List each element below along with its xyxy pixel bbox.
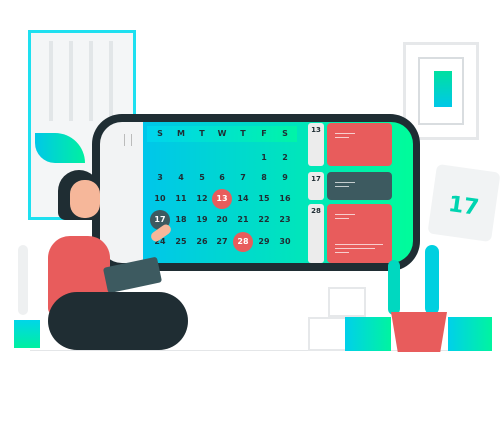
calendar-day[interactable]: 13 [212, 189, 232, 209]
person-face [70, 180, 100, 218]
calendar-day[interactable]: 3 [150, 168, 170, 188]
window-bar [69, 41, 73, 121]
calendar-day[interactable]: 16 [275, 189, 295, 209]
phone-side-panel [100, 122, 145, 263]
wall-calendar-date: 17 [446, 191, 481, 221]
weekday-label: T [240, 129, 246, 138]
event-date: 13 [311, 126, 321, 134]
window-bar [89, 41, 93, 121]
wall-calendar-card: 17 [427, 163, 500, 243]
window-bar [49, 41, 53, 121]
curtain [35, 133, 85, 163]
weekday-label: S [157, 129, 163, 138]
event-card[interactable] [327, 172, 392, 200]
storage-box [328, 287, 366, 317]
storage-box-teal [448, 317, 492, 351]
picture-art [434, 71, 452, 107]
weekday-label: F [261, 129, 267, 138]
person-legs [48, 292, 188, 350]
calendar-day[interactable]: 7 [233, 168, 253, 188]
calendar-day[interactable]: 8 [254, 168, 274, 188]
calendar-day[interactable]: 2 [275, 148, 295, 168]
calendar-day[interactable]: 11 [171, 189, 191, 209]
event-date: 28 [311, 207, 321, 215]
event-card[interactable] [327, 123, 392, 166]
event-date-tab: 17 [308, 172, 324, 200]
event-card[interactable] [327, 204, 392, 263]
calendar-day[interactable]: 26 [192, 232, 212, 252]
weekday-label: M [177, 129, 185, 138]
event-date-tab: 28 [308, 204, 324, 263]
event-date: 17 [311, 175, 321, 183]
weekday-label: W [217, 129, 227, 138]
calendar-day[interactable]: 21 [233, 210, 253, 230]
calendar-day[interactable]: 9 [275, 168, 295, 188]
calendar-day[interactable]: 15 [254, 189, 274, 209]
calendar-day[interactable]: 27 [212, 232, 232, 252]
calendar-day[interactable]: 28 [233, 232, 253, 252]
event-date-tab: 13 [308, 123, 324, 166]
cactus [425, 245, 439, 315]
weekday-label: T [199, 129, 205, 138]
cactus-pot [391, 312, 447, 352]
storage-box-teal [345, 317, 391, 351]
calendar-day[interactable]: 14 [233, 189, 253, 209]
calendar-day[interactable]: 12 [192, 189, 212, 209]
storage-box [308, 317, 350, 351]
cactus [388, 260, 400, 315]
calendar-day[interactable]: 20 [212, 210, 232, 230]
calendar-day[interactable]: 29 [254, 232, 274, 252]
calendar-day[interactable]: 30 [275, 232, 295, 252]
calendar-day[interactable]: 22 [254, 210, 274, 230]
calendar-day[interactable]: 18 [171, 210, 191, 230]
calendar-day[interactable]: 1 [254, 148, 274, 168]
menu-handle-icon [124, 134, 132, 146]
calendar-day[interactable]: 25 [171, 232, 191, 252]
left-plant-pot [12, 318, 42, 350]
wall-picture-frame [403, 42, 479, 140]
left-plant-leaf [18, 245, 28, 315]
calendar-day[interactable]: 19 [192, 210, 212, 230]
calendar-day[interactable]: 5 [192, 168, 212, 188]
weekday-label: S [282, 129, 288, 138]
calendar-day[interactable]: 10 [150, 189, 170, 209]
window-bar [109, 41, 113, 121]
calendar-day[interactable]: 4 [171, 168, 191, 188]
calendar-day[interactable]: 6 [212, 168, 232, 188]
calendar-day[interactable]: 23 [275, 210, 295, 230]
